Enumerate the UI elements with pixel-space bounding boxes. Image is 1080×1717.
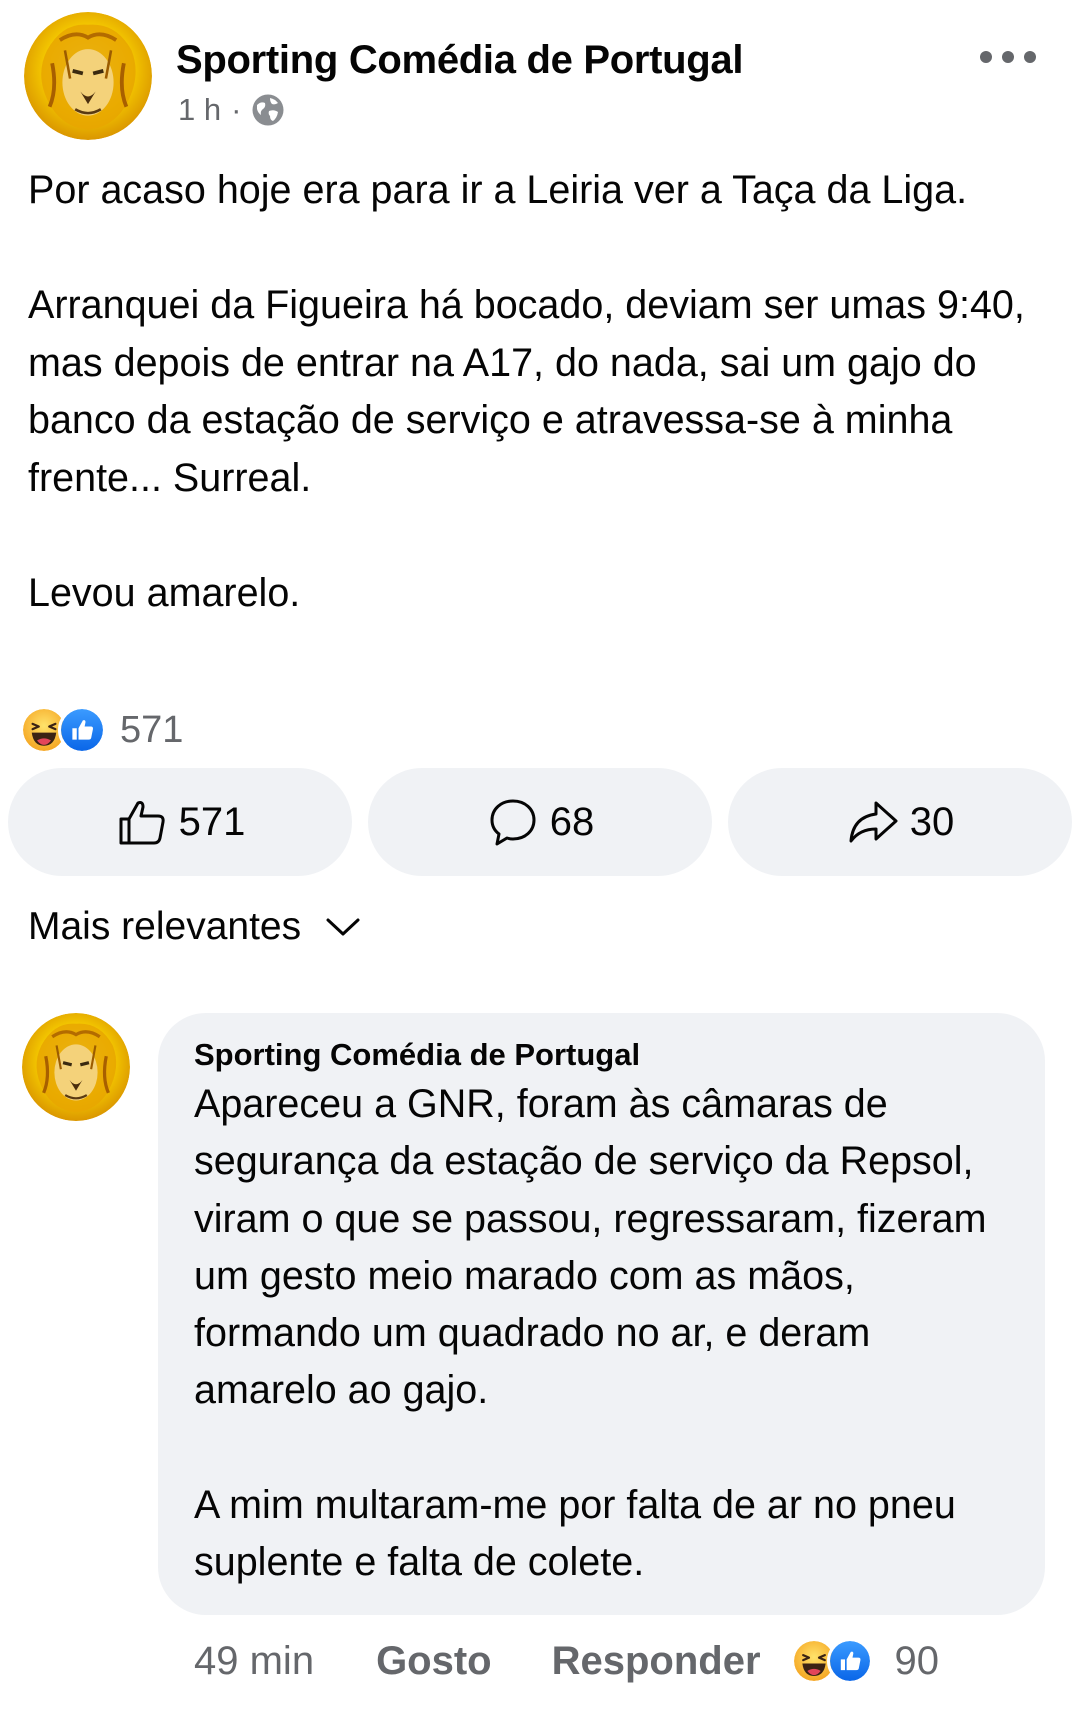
post-meta: 1 h ·: [178, 92, 285, 128]
comment-sort-dropdown[interactable]: Mais relevantes: [28, 905, 361, 949]
comment-reply-button[interactable]: Responder: [552, 1639, 761, 1684]
comment-reactions-count: 90: [894, 1638, 940, 1683]
post-header: Sporting Comédia de Portugal 1 h ·: [24, 12, 1060, 142]
comment-time[interactable]: 49 min: [194, 1639, 314, 1684]
comment-footer: 49 min Gosto Responder 90: [194, 1628, 1054, 1694]
thumbs-up-icon: [119, 801, 165, 845]
more-options-button[interactable]: [980, 42, 1036, 72]
share-button[interactable]: 30: [728, 768, 1072, 876]
comment-icon: [490, 799, 536, 846]
sort-label: Mais relevantes: [28, 905, 302, 948]
share-icon: [849, 801, 898, 843]
lion-logo-icon: [22, 1013, 130, 1121]
comment-count: 68: [549, 799, 595, 844]
like-icon: [58, 706, 106, 754]
page-avatar[interactable]: [24, 12, 152, 140]
meta-separator: ·: [231, 92, 242, 127]
comment-like-button[interactable]: Gosto: [376, 1639, 492, 1684]
like-button[interactable]: 571: [8, 768, 352, 876]
comment-bubble: Sporting Comédia de Portugal Apareceu a …: [158, 1013, 1045, 1615]
comment-text: Apareceu a GNR, foram às câmaras de segu…: [194, 1082, 987, 1585]
post-time[interactable]: 1 h: [178, 92, 221, 128]
more-dot: [980, 51, 992, 63]
more-dot: [1002, 51, 1014, 63]
reactions-count: 571: [120, 708, 184, 751]
comment-avatar[interactable]: [22, 1013, 130, 1121]
like-count: 571: [178, 799, 246, 844]
comment-reactions[interactable]: 90: [790, 1638, 940, 1684]
chevron-down-icon: [326, 918, 360, 936]
reactions-summary[interactable]: 571: [20, 706, 183, 754]
more-dot: [1024, 51, 1036, 63]
post-text: Por acaso hoje era para ir a Leiria ver …: [28, 168, 1025, 615]
comment-author[interactable]: Sporting Comédia de Portugal: [194, 1037, 1009, 1073]
comment-button[interactable]: 68: [368, 768, 712, 876]
post-actions: 571 68 30: [8, 768, 1072, 876]
lion-logo-icon: [24, 12, 152, 140]
share-count: 30: [909, 799, 955, 844]
globe-icon: [252, 94, 284, 126]
like-icon: [826, 1638, 873, 1684]
page-name[interactable]: Sporting Comédia de Portugal: [176, 38, 743, 83]
